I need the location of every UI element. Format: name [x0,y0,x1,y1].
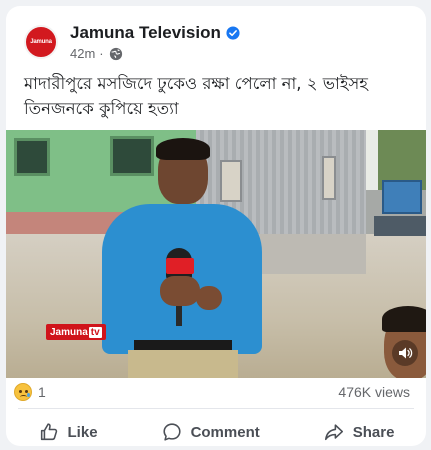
reporter-hair [156,138,210,160]
video-window [110,136,154,176]
page-avatar[interactable]: Jamuna [24,25,58,59]
action-bar: Like Comment Share [6,414,426,446]
reactions-summary[interactable]: 1 [14,383,46,401]
verified-icon [226,26,240,40]
video-shed-base [246,234,366,274]
post-text: মাদারীপুরে মসজিদে ঢুকেও রক্ষা পেলো না, ২… [24,74,368,118]
volume-icon [399,347,413,359]
comment-button[interactable]: Comment [161,421,260,443]
post-stats: 1 476K views [6,378,426,406]
like-label: Like [67,423,98,441]
reporter-belt [134,340,232,350]
comment-label: Comment [190,423,260,441]
video-shed-window [220,160,242,202]
watermark-main: Jamuna [50,326,88,338]
page-name[interactable]: Jamuna Television [70,23,221,43]
channel-watermark: Jamuna tv [46,324,106,340]
like-icon [40,423,57,441]
video-window [14,138,50,176]
separator: · [99,46,104,61]
post-subline: 42m · [70,46,240,61]
microphone-flag [166,258,194,274]
post-header: Jamuna Jamuna Television 42m · [24,18,240,66]
divider [18,408,414,409]
video-rickshaw [382,180,422,214]
volume-button[interactable] [392,340,418,366]
post-meta: Jamuna Television 42m · [70,23,240,61]
reporter-hand [196,286,222,310]
post-card: Jamuna Jamuna Television 42m · মাদারীপুর… [6,6,426,446]
watermark-box: tv [88,326,102,338]
comment-icon [162,423,181,441]
video-rickshaw-base [374,216,426,236]
tear [27,393,30,397]
post-time[interactable]: 42m [70,46,95,61]
reporter-pants [128,350,238,378]
share-button[interactable]: Share [323,421,395,443]
avatar-logo-text: Jamuna [30,39,52,45]
page-name-row: Jamuna Television [70,23,240,43]
share-icon [324,424,343,441]
share-label: Share [352,423,395,441]
like-button[interactable]: Like [38,421,98,443]
video-shed-window [322,156,336,200]
reporter-hand [160,276,200,306]
child-hair [382,306,426,332]
view-count: 476K views [338,384,410,400]
globe-icon [109,47,122,60]
post-video[interactable]: Jamuna tv [6,130,426,378]
reaction-count: 1 [38,384,46,400]
sad-reaction-icon [14,383,32,401]
